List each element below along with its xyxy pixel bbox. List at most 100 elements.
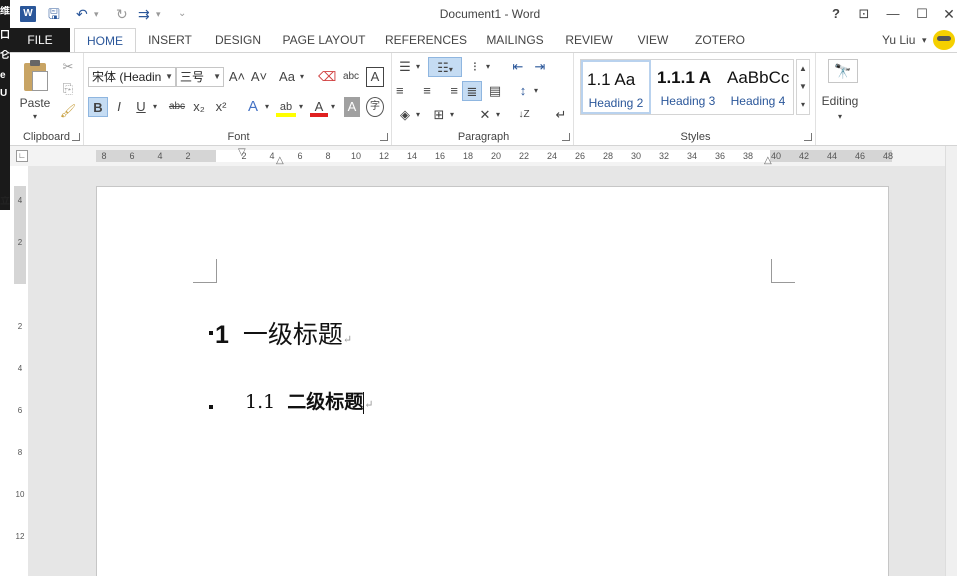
help-button[interactable]: ?: [825, 5, 847, 23]
user-name[interactable]: Yu Liu: [882, 28, 915, 52]
close-button[interactable]: ✕: [938, 5, 957, 23]
tab-review[interactable]: REVIEW: [562, 28, 616, 52]
paste-dropdown-icon[interactable]: ▾: [26, 107, 44, 127]
styles-more-icon[interactable]: ▾: [797, 96, 809, 114]
sort-icon[interactable]: ↓Z: [514, 105, 534, 125]
character-border-icon[interactable]: A: [366, 67, 384, 87]
underline-dropdown-icon[interactable]: ▾: [150, 97, 160, 117]
underline-button[interactable]: U: [132, 97, 150, 117]
font-color-icon[interactable]: A: [310, 97, 328, 117]
paragraph-launcher-icon[interactable]: [562, 133, 570, 141]
asian-layout-dropdown-icon[interactable]: ▾: [494, 105, 502, 125]
align-center-icon[interactable]: ≡: [418, 81, 436, 101]
tab-insert[interactable]: INSERT: [142, 28, 198, 52]
numbering-dropdown-icon: ▾: [448, 65, 453, 74]
style-heading-2[interactable]: 1.1 Aa Heading 2: [581, 60, 651, 114]
borders-icon[interactable]: ⊞: [430, 105, 448, 125]
line-spacing-dropdown-icon[interactable]: ▾: [532, 81, 540, 101]
user-avatar[interactable]: [933, 30, 955, 50]
change-case-dropdown-icon[interactable]: ▾: [298, 67, 306, 87]
qat-extra-dropdown-icon[interactable]: ▾: [156, 5, 161, 23]
increase-indent-icon[interactable]: ⇥: [530, 57, 550, 77]
clear-formatting-icon[interactable]: ⌫: [318, 67, 336, 87]
style-heading-3[interactable]: 1.1.1 A Heading 3: [653, 60, 723, 114]
grow-font-icon[interactable]: A˄: [228, 67, 246, 87]
heading-2[interactable]: 1.1 二级标题↵: [245, 387, 373, 414]
paragraph-shading-dropdown-icon[interactable]: ▾: [414, 105, 422, 125]
justify-button[interactable]: ≣: [462, 81, 482, 101]
restore-button[interactable]: ☐: [911, 5, 933, 23]
tab-design[interactable]: DESIGN: [208, 28, 268, 52]
line-spacing-icon[interactable]: ↕: [514, 81, 532, 101]
subscript-button[interactable]: x₂: [190, 97, 208, 117]
italic-button[interactable]: I: [110, 97, 128, 117]
vertical-ruler[interactable]: 4 2 2 4 6 8 10 12: [14, 186, 26, 576]
bullets-dropdown-icon[interactable]: ▾: [414, 57, 422, 77]
tab-file[interactable]: FILE: [10, 28, 70, 52]
hanging-indent-icon[interactable]: △: [276, 156, 284, 166]
multilevel-dropdown-icon[interactable]: ▾: [484, 57, 492, 77]
borders-dropdown-icon[interactable]: ▾: [448, 105, 456, 125]
chevron-up-icon[interactable]: ▲: [797, 60, 809, 78]
minimize-button[interactable]: —: [882, 5, 904, 23]
format-painter-icon[interactable]: 🖌: [58, 101, 78, 121]
strip-char: 仑: [0, 50, 10, 61]
change-case-icon[interactable]: Aa: [276, 67, 298, 87]
tab-mailings[interactable]: MAILINGS: [480, 28, 550, 52]
font-color-dropdown-icon[interactable]: ▾: [328, 97, 338, 117]
cut-icon[interactable]: ✂: [58, 57, 78, 77]
tab-selector[interactable]: ∟: [16, 150, 28, 162]
paragraph-shading-icon[interactable]: ◈: [396, 105, 414, 125]
show-hide-marks-icon[interactable]: ↵: [552, 105, 570, 125]
editing-icon[interactable]: 🔭: [828, 59, 858, 83]
chevron-down-icon[interactable]: ▼: [797, 78, 809, 96]
tab-page-layout[interactable]: PAGE LAYOUT: [278, 28, 370, 52]
styles-launcher-icon[interactable]: [804, 133, 812, 141]
tab-zotero[interactable]: ZOTERO: [688, 28, 752, 52]
bold-button[interactable]: B: [88, 97, 108, 117]
shrink-font-icon[interactable]: A˅: [250, 67, 268, 87]
enclose-characters-icon[interactable]: 字: [366, 97, 384, 117]
user-dropdown-icon[interactable]: ▾: [922, 28, 927, 52]
font-name-combo[interactable]: 宋体 (Headin ▼: [88, 67, 176, 87]
clipboard-launcher-icon[interactable]: [72, 133, 80, 141]
highlight-dropdown-icon[interactable]: ▾: [296, 97, 306, 117]
align-right-icon[interactable]: ≡: [440, 81, 458, 101]
word-app-icon[interactable]: W: [20, 6, 36, 22]
tab-references[interactable]: REFERENCES: [382, 28, 470, 52]
save-icon[interactable]: 🖫: [48, 5, 60, 23]
copy-icon[interactable]: ⎘: [58, 79, 78, 99]
ribbon-display-options-button[interactable]: ⊡: [853, 5, 875, 23]
asian-layout-icon[interactable]: ✕: [476, 105, 494, 125]
phonetic-guide-icon[interactable]: abc: [340, 67, 362, 87]
font-launcher-icon[interactable]: [380, 133, 388, 141]
strikethrough-button[interactable]: abc: [166, 97, 188, 117]
undo-dropdown-icon[interactable]: ▾: [94, 5, 99, 23]
highlight-icon[interactable]: ab: [276, 97, 296, 117]
document-page[interactable]: 1 一级标题↵ 1.1 二级标题↵: [96, 186, 889, 576]
character-shading-icon[interactable]: A: [344, 97, 360, 117]
customize-qat-icon[interactable]: ⌄: [178, 5, 186, 23]
window-title: Document1 - Word: [439, 7, 541, 21]
horizontal-ruler[interactable]: ▽ △ △ 8 6 4 2 2 4 6 8 10 12 14 16 18 20 22 24 26 28 30 32 34…: [96, 148, 893, 166]
decrease-indent-icon[interactable]: ⇤: [508, 57, 528, 77]
paste-icon[interactable]: [22, 59, 50, 93]
numbering-button[interactable]: ☷▾: [428, 57, 462, 77]
qat-extra-icon[interactable]: ⇉: [138, 5, 150, 23]
undo-icon[interactable]: ↶: [76, 5, 88, 23]
heading-1[interactable]: 1 一级标题↵: [205, 315, 352, 351]
vertical-scrollbar[interactable]: [945, 146, 957, 576]
font-size-combo[interactable]: 三号 ▼: [176, 67, 224, 87]
tab-home[interactable]: HOME: [74, 28, 136, 53]
style-heading-4[interactable]: AaBbCc Heading 4: [723, 60, 793, 114]
distributed-icon[interactable]: ▤: [486, 81, 504, 101]
text-effects-icon[interactable]: A: [244, 97, 262, 117]
editing-dropdown-icon[interactable]: ▾: [830, 107, 850, 127]
align-left-icon[interactable]: ≡: [396, 81, 414, 101]
tab-view[interactable]: VIEW: [628, 28, 678, 52]
redo-icon[interactable]: ↻: [116, 5, 128, 23]
text-effects-dropdown-icon[interactable]: ▾: [262, 97, 272, 117]
superscript-button[interactable]: x²: [212, 97, 230, 117]
multilevel-list-icon[interactable]: ⁝: [466, 57, 484, 77]
bullets-icon[interactable]: ☰: [396, 57, 414, 77]
